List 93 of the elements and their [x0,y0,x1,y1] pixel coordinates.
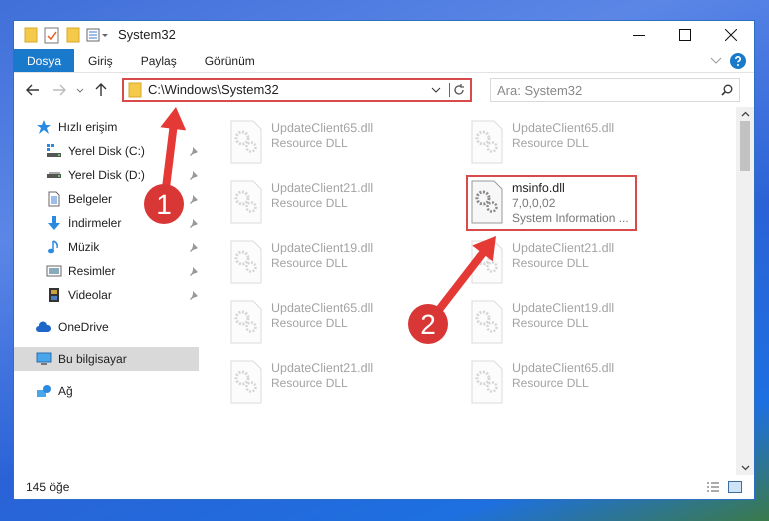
sidebar-item[interactable]: Bu bilgisayar [14,347,199,371]
search-field[interactable]: Ara: System32 [490,78,740,102]
sidebar-item[interactable]: Yerel Disk (C:) [14,139,149,163]
picture-icon [46,263,62,279]
refresh-icon[interactable] [449,83,466,97]
sidebar-item[interactable]: Videolar [14,283,116,307]
up-arrow-icon [95,83,107,97]
dll-file-icon [229,239,263,285]
pin-icon[interactable] [189,194,199,204]
new-folder-icon[interactable] [66,27,80,43]
cloud-icon [36,319,52,335]
window-title: System32 [118,26,176,44]
left-arrow-icon [26,84,40,96]
film-icon [46,287,62,303]
pin-icon[interactable] [189,290,199,300]
sidebar-item[interactable]: Hızlı erişim [14,115,122,139]
expand-ribbon-icon[interactable] [710,56,722,64]
sidebar-item[interactable]: Müzik [14,235,104,259]
sidebar-item[interactable]: OneDrive [14,315,113,339]
scrollbar-thumb[interactable] [740,121,750,171]
caret-icon [76,88,84,92]
file-description: System Information ... [512,211,629,226]
maximize-icon [679,29,691,41]
address-bar[interactable]: C:\Windows\System32 [122,78,472,102]
scroll-up-icon[interactable] [740,111,750,117]
file-description: Resource DLL [512,256,590,271]
close-icon [725,29,737,41]
sidebar-item[interactable]: Resimler [14,259,120,283]
scroll-down-icon[interactable] [740,465,750,471]
file-name: UpdateClient65.dll [512,361,614,376]
network-icon [36,383,52,399]
file-menu-tab[interactable]: Dosya [14,49,74,72]
file-name: UpdateClient65.dll [271,121,374,136]
down-arrow-icon [46,215,62,231]
file-version: 7,0,0,02 [512,196,556,211]
step-number-badge [144,184,184,224]
details-view-icon[interactable] [706,481,720,493]
dll-file-icon [470,359,504,405]
file-name: UpdateClient21.dll [271,361,374,376]
dll-file-icon [470,119,504,165]
pin-icon[interactable] [189,146,199,156]
dll-file-icon [229,119,263,165]
ribbon-tab[interactable]: Giriş [74,49,127,72]
file-description: Resource DLL [271,376,349,391]
file-name: UpdateClient19.dll [271,241,374,256]
vertical-scrollbar[interactable] [736,107,754,475]
pin-icon[interactable] [189,218,199,228]
file-description: Resource DLL [271,136,349,151]
file-name: UpdateClient19.dll [512,301,614,316]
file-description: Resource DLL [271,196,349,211]
file-name: UpdateClient65.dll [271,301,374,316]
star-icon [36,119,52,135]
drive-icon [46,172,62,178]
properties-icon[interactable] [44,26,60,44]
drive-icon [46,143,62,159]
file-description: Resource DLL [271,316,349,331]
document-icon [46,191,62,207]
search-icon[interactable] [721,84,733,96]
help-icon[interactable] [730,52,746,68]
step-number-badge [408,304,448,344]
file-name: UpdateClient21.dll [271,181,374,196]
dll-file-icon [470,179,504,225]
step-number: 2 [420,309,436,340]
ribbon-tab[interactable]: Görünüm [190,49,269,72]
minimize-icon [633,34,645,36]
dll-file-icon [470,299,504,345]
large-icons-view-icon[interactable] [728,481,742,493]
folder-icon[interactable] [24,27,38,43]
computer-icon [36,351,52,367]
sidebar-item[interactable]: Yerel Disk (D:) [14,163,149,187]
dll-file-icon [229,299,263,345]
sidebar-item[interactable]: İndirmeler [14,211,126,235]
item-count: 145 öğe [26,479,70,496]
right-arrow-icon [52,84,66,96]
file-description: Resource DLL [271,256,349,271]
pin-icon[interactable] [189,242,199,252]
file-description: Resource DLL [512,136,590,151]
file-item[interactable]: msinfo.dll 7,0,0,02 System Information ... [466,175,637,231]
pin-icon[interactable] [189,170,199,180]
dll-file-icon [229,179,263,225]
folder-icon [128,82,142,98]
file-name: msinfo.dll [512,181,566,196]
file-name: UpdateClient21.dll [512,241,614,256]
pin-icon[interactable] [189,266,199,276]
step-number: 1 [156,189,172,220]
file-description: Resource DLL [512,376,590,391]
sidebar-item[interactable]: Belgeler [14,187,116,211]
ribbon-tab[interactable]: Paylaş [126,49,191,72]
file-name: UpdateClient65.dll [512,121,614,136]
dll-file-icon [229,359,263,405]
file-description: Resource DLL [512,316,590,331]
address-path: C:\Windows\System32 [147,81,280,100]
sidebar-item[interactable]: Ağ [14,379,77,403]
